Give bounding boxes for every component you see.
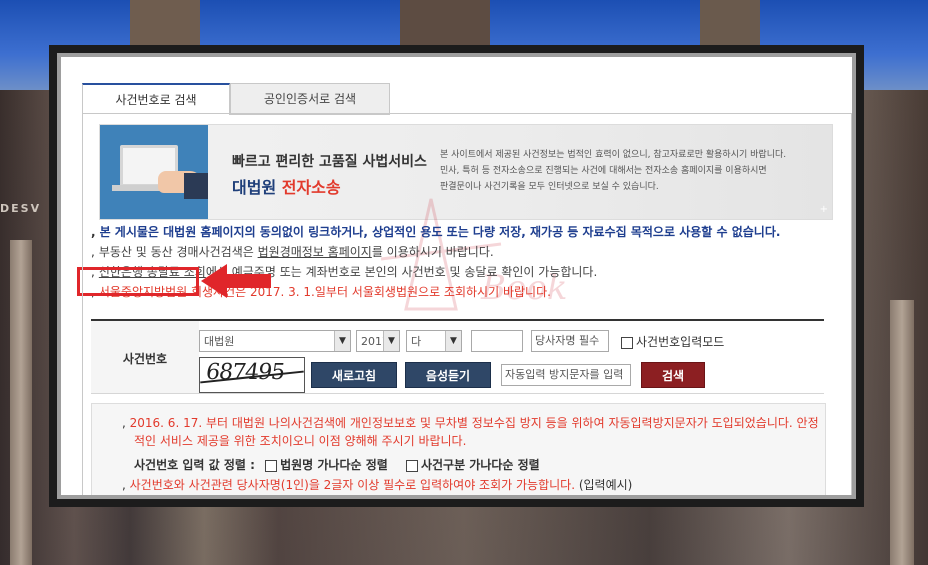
content-border [82,113,852,495]
tab-certificate-search[interactable]: 공인인증서로 검색 [230,83,390,115]
screenshot-frame: 사건번호로 검색 공인인증서로 검색 빠르고 편리한 고품질 사법서비스 대법원… [49,45,864,507]
building-column [10,240,32,565]
tab-case-number-search[interactable]: 사건번호로 검색 [82,83,230,115]
building-column [890,300,914,565]
facade-inscription: DESV [0,202,42,215]
screenshot-border: 사건번호로 검색 공인인증서로 검색 빠르고 편리한 고품질 사법서비스 대법원… [57,53,856,499]
case-search-page: 사건번호로 검색 공인인증서로 검색 빠르고 편리한 고품질 사법서비스 대법원… [61,57,852,495]
